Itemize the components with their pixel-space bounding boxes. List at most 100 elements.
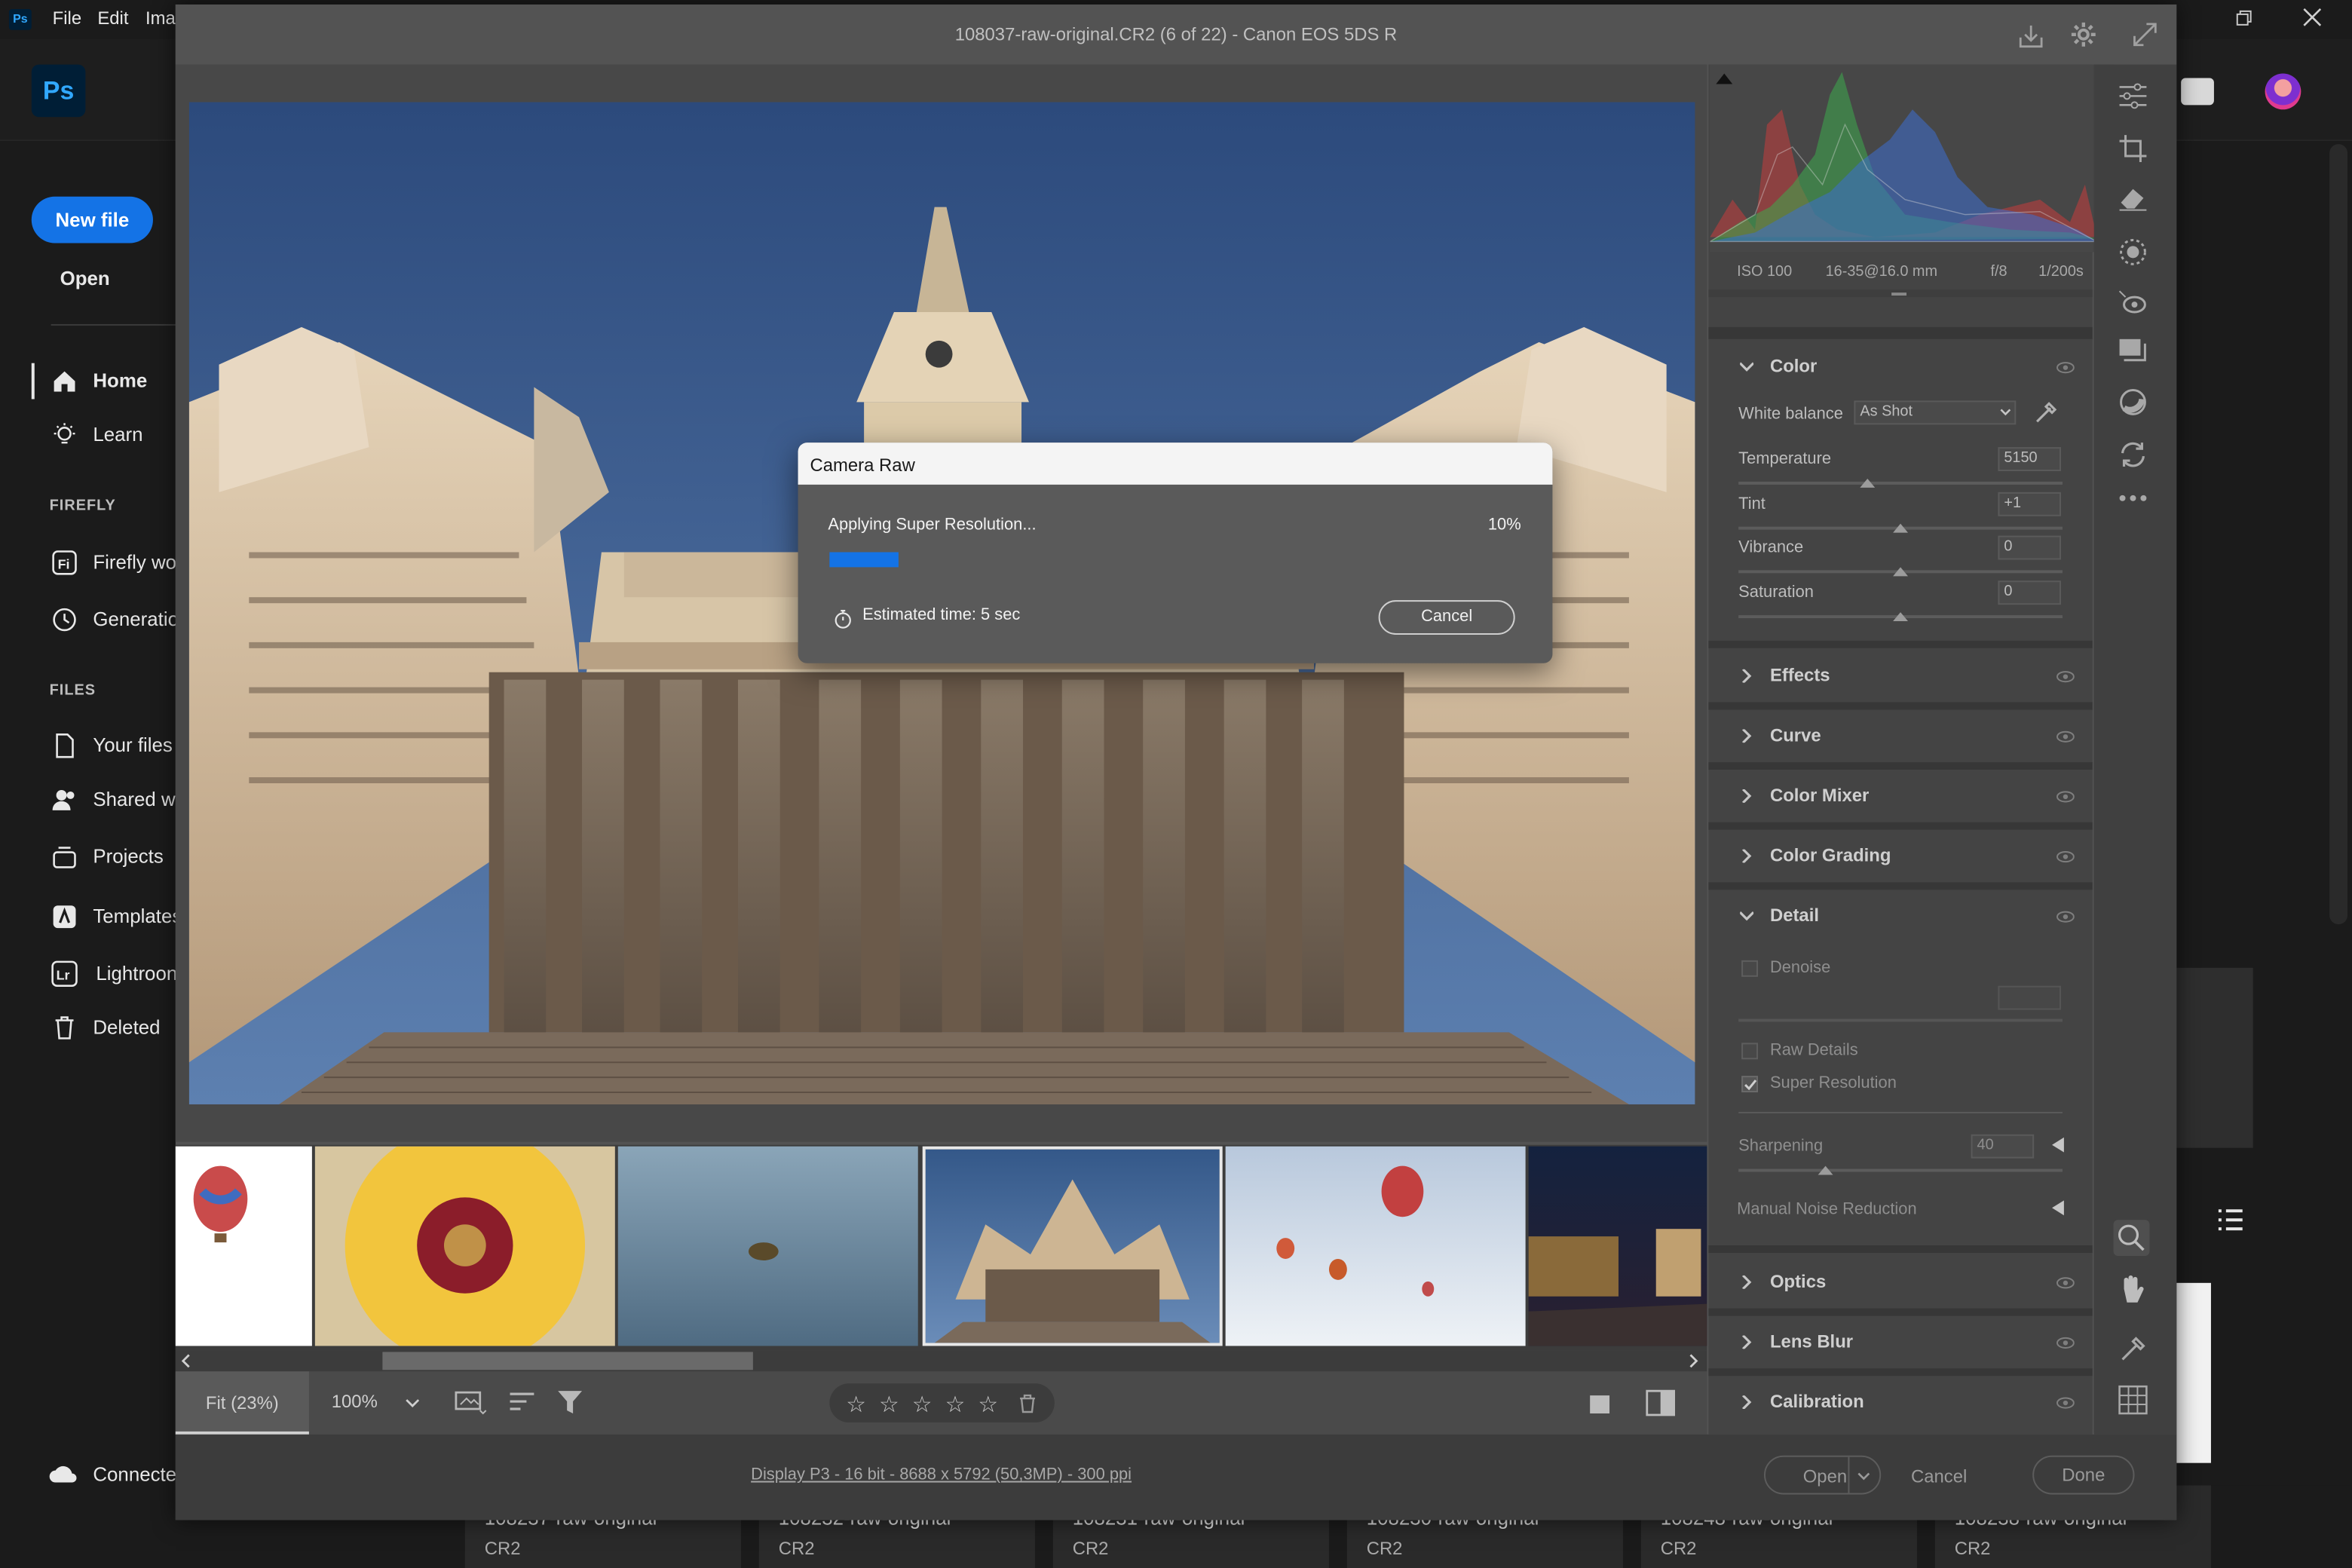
optics-title[interactable]: Optics — [1770, 1271, 1826, 1292]
chevron-right-icon[interactable] — [1740, 789, 1753, 803]
color-grading-title[interactable]: Color Grading — [1770, 845, 1891, 866]
edit-sliders-icon[interactable] — [2118, 82, 2148, 109]
filmstrip-thumbnail[interactable] — [314, 1146, 615, 1346]
star-icon[interactable]: ☆ — [879, 1391, 899, 1418]
expand-triangle-icon[interactable] — [2052, 1137, 2064, 1153]
filter-icon[interactable] — [556, 1389, 586, 1416]
eraser-icon[interactable] — [2118, 185, 2148, 212]
eye-icon[interactable] — [2056, 1397, 2075, 1409]
list-view-icon[interactable] — [2217, 1208, 2244, 1232]
save-image-icon[interactable] — [2017, 23, 2044, 50]
scroll-left-icon[interactable] — [180, 1353, 192, 1368]
super-resolution-checkbox[interactable] — [1741, 1076, 1759, 1093]
temperature-slider[interactable] — [1738, 481, 2063, 485]
chevron-down-icon[interactable] — [1740, 909, 1754, 923]
sharpening-slider[interactable] — [1738, 1168, 2063, 1172]
color-sampler-icon[interactable] — [2118, 1334, 2148, 1364]
presets-icon[interactable] — [2118, 338, 2148, 365]
color-grading-section[interactable]: Color Grading — [1710, 829, 2093, 883]
star-icon[interactable]: ☆ — [912, 1391, 933, 1418]
white-balance-select[interactable]: As Shot — [1854, 400, 2017, 425]
star-icon[interactable]: ☆ — [945, 1391, 966, 1418]
color-section-title[interactable]: Color — [1770, 356, 1817, 377]
effects-title[interactable]: Effects — [1770, 665, 1830, 686]
saturation-slider-thumb[interactable] — [1893, 612, 1909, 622]
fullscreen-icon[interactable] — [2130, 20, 2161, 50]
eye-icon[interactable] — [2056, 1277, 2075, 1289]
eye-icon[interactable] — [2056, 671, 2075, 683]
chevron-right-icon[interactable] — [1740, 1275, 1753, 1289]
calibration-title[interactable]: Calibration — [1770, 1391, 1864, 1412]
eye-icon[interactable] — [2056, 850, 2075, 863]
filmstrip-thumbnail[interactable] — [175, 1146, 312, 1346]
sharpening-slider-thumb[interactable] — [1818, 1165, 1834, 1175]
star-icon[interactable]: ☆ — [978, 1391, 998, 1418]
home-scrollbar[interactable] — [2329, 144, 2348, 925]
scroll-right-icon[interactable] — [1688, 1353, 1700, 1368]
zoom-100-button[interactable]: 100% — [332, 1391, 378, 1412]
open-image-button[interactable]: Open — [1763, 1455, 1882, 1495]
menu-file[interactable]: File — [53, 8, 81, 29]
filmstrip[interactable] — [175, 1144, 1707, 1372]
eye-icon[interactable] — [2056, 791, 2075, 803]
sort-icon[interactable] — [509, 1391, 536, 1415]
detail-title[interactable]: Detail — [1770, 905, 1819, 926]
crop-icon[interactable] — [2118, 133, 2148, 164]
hand-tool-icon[interactable] — [2118, 1274, 2145, 1304]
optics-section[interactable]: Optics — [1710, 1255, 2093, 1309]
color-mixer-section[interactable]: Color Mixer — [1710, 770, 2093, 822]
temperature-value[interactable]: 5150 — [1998, 447, 2061, 471]
open-button[interactable]: Open — [60, 267, 110, 289]
curve-section[interactable]: Curve — [1710, 709, 2093, 763]
tint-slider-thumb[interactable] — [1893, 523, 1909, 533]
eye-icon[interactable] — [2056, 1337, 2075, 1349]
filmstrip-thumbnail[interactable] — [1225, 1146, 1526, 1346]
manual-noise-reduction-label[interactable]: Manual Noise Reduction — [1737, 1200, 1916, 1218]
whats-new-icon[interactable] — [2181, 78, 2214, 106]
red-eye-icon[interactable] — [2118, 289, 2148, 317]
zoom-tool-icon[interactable] — [2113, 1220, 2150, 1256]
new-file-button[interactable]: New file — [31, 196, 153, 243]
chevron-right-icon[interactable] — [1740, 729, 1753, 743]
gear-icon[interactable] — [2070, 21, 2097, 48]
raw-details-checkbox[interactable] — [1741, 1043, 1759, 1060]
restore-window-icon[interactable] — [2235, 9, 2253, 27]
before-after-icon[interactable] — [1646, 1389, 1676, 1416]
chevron-right-icon[interactable] — [1740, 1395, 1753, 1410]
menu-image[interactable]: Ima — [145, 8, 176, 29]
ps-app-icon[interactable]: Ps — [8, 8, 32, 30]
panel-resize-handle[interactable] — [1891, 292, 1907, 296]
eye-icon[interactable] — [2056, 362, 2075, 374]
filmstrip-options-icon[interactable] — [455, 1389, 488, 1416]
vibrance-slider-thumb[interactable] — [1893, 567, 1909, 577]
snapshots-icon[interactable] — [2118, 387, 2148, 418]
masking-icon[interactable] — [2118, 237, 2148, 267]
progress-cancel-button[interactable]: Cancel — [1378, 600, 1515, 635]
denoise-amount-field[interactable] — [1998, 985, 2061, 1010]
filmstrip-thumbnail[interactable] — [617, 1146, 918, 1346]
lens-blur-section[interactable]: Lens Blur — [1710, 1315, 2093, 1369]
grid-overlay-icon[interactable] — [2118, 1385, 2148, 1415]
chevron-down-icon[interactable] — [1857, 1472, 1870, 1481]
color-mixer-title[interactable]: Color Mixer — [1770, 785, 1869, 806]
effects-section[interactable]: Effects — [1710, 648, 2093, 703]
chevron-right-icon[interactable] — [1740, 669, 1753, 683]
denoise-slider[interactable] — [1738, 1018, 2063, 1022]
tint-value[interactable]: +1 — [1998, 492, 2061, 516]
star-icon[interactable]: ☆ — [846, 1391, 866, 1418]
sync-icon[interactable] — [2118, 439, 2148, 470]
close-window-icon[interactable] — [2302, 8, 2322, 27]
chevron-right-icon[interactable] — [1740, 1335, 1753, 1349]
avatar[interactable] — [2265, 73, 2301, 110]
done-button[interactable]: Done — [2032, 1455, 2135, 1495]
menu-edit[interactable]: Edit — [97, 8, 128, 29]
filmstrip-scrollbar-thumb[interactable] — [382, 1352, 753, 1370]
chevron-down-icon[interactable] — [1740, 360, 1754, 374]
single-view-icon[interactable] — [1588, 1392, 1612, 1416]
curve-title[interactable]: Curve — [1770, 724, 1821, 746]
workflow-options-link[interactable]: Display P3 - 16 bit - 8688 x 5792 (50,3M… — [176, 1466, 1707, 1484]
sharpening-value[interactable]: 40 — [1971, 1134, 2035, 1159]
expand-triangle-icon[interactable] — [2052, 1200, 2064, 1216]
filmstrip-thumbnail[interactable] — [1528, 1146, 1707, 1346]
more-icon[interactable] — [2118, 494, 2148, 503]
